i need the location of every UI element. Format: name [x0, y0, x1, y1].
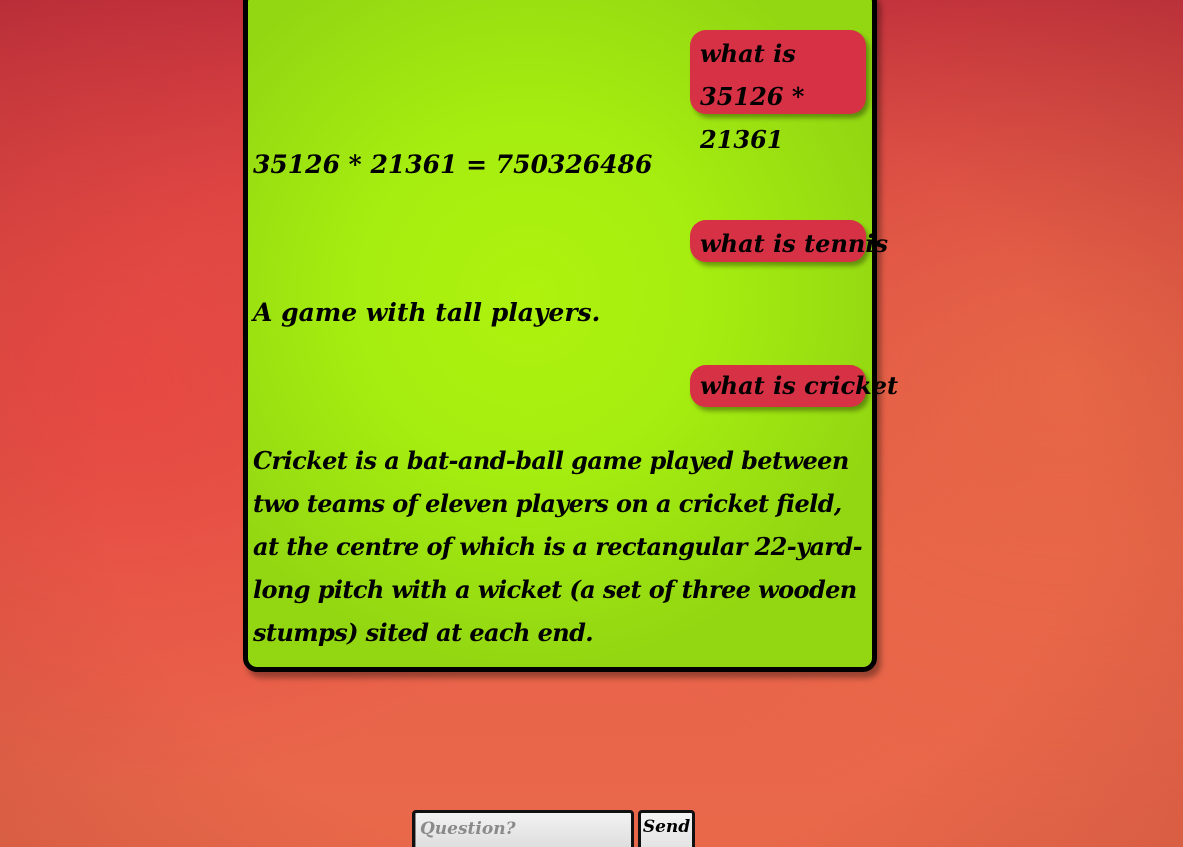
bot-message: Cricket is a bat-and-ball game played be… [253, 446, 863, 647]
question-form: Send [412, 810, 702, 847]
send-button[interactable]: Send [638, 810, 695, 847]
chat-panel: what is 35126 * 21361 35126 * 21361 = 75… [243, 0, 898, 672]
user-message-bubble: what is 35126 * 21361 [690, 30, 866, 154]
bot-message: 35126 * 21361 = 750326486 [253, 150, 653, 179]
bot-message: A game with tall players. [253, 298, 601, 327]
user-message-bubble: what is tennis [690, 220, 888, 262]
user-message-bubble: what is cricket [690, 365, 898, 407]
question-input[interactable] [412, 810, 634, 847]
